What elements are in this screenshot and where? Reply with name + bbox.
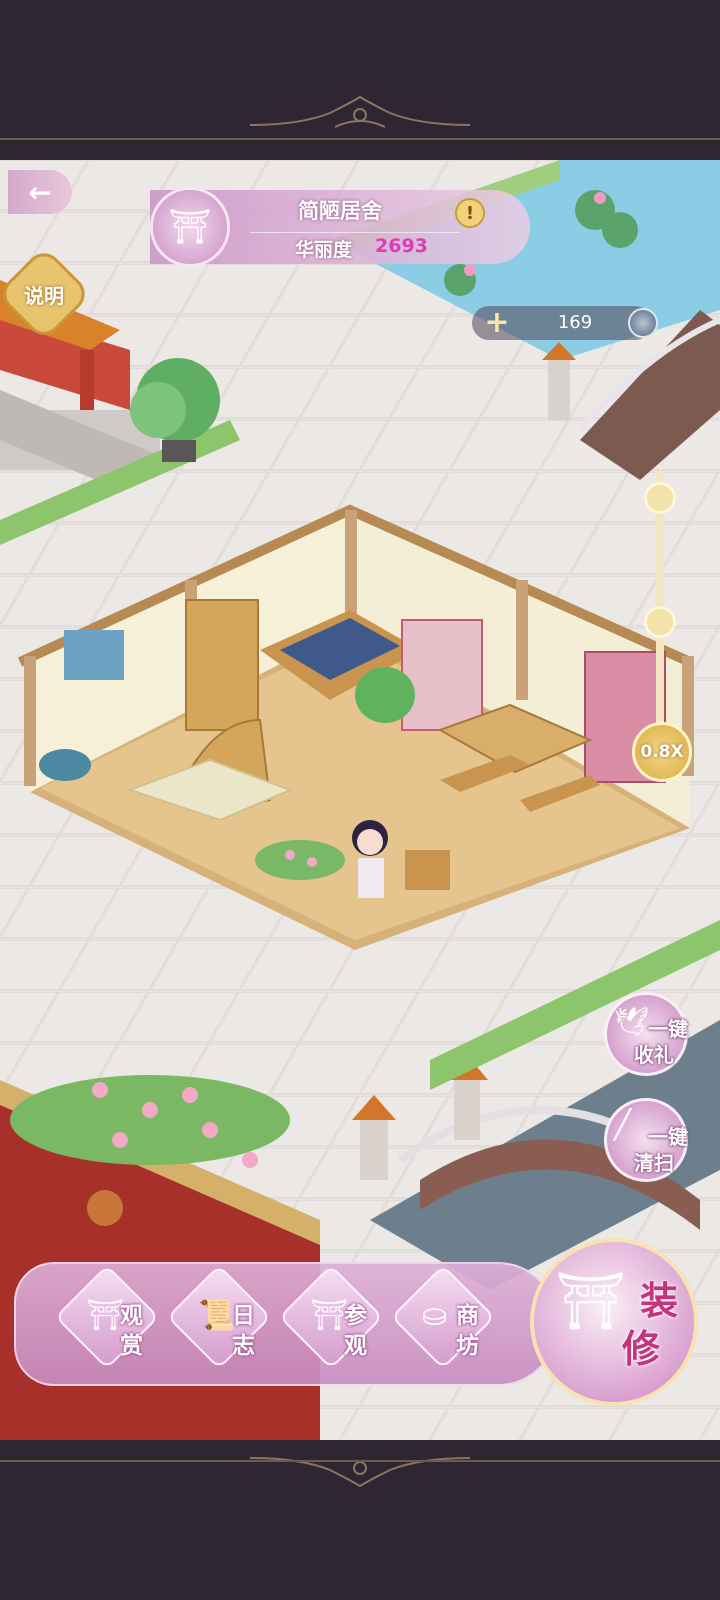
pagoda-icon: ⛩	[86, 1298, 125, 1333]
residence-building-icon[interactable]: ⛩	[150, 187, 230, 267]
nav-view-button[interactable]: ⛩ 观 赏	[54, 1264, 164, 1374]
top-frame	[0, 0, 720, 160]
residence-divider	[250, 232, 460, 233]
back-button[interactable]: ←	[8, 170, 72, 214]
decorate-char2: 修	[622, 1327, 661, 1371]
collect-gifts-line1: 一键	[648, 1017, 688, 1041]
mirror-icon	[628, 308, 658, 338]
frame-line	[0, 138, 720, 140]
decorate-char1: 装	[640, 1279, 679, 1323]
nav-shop-char1: 商	[456, 1303, 479, 1329]
bird-icon: 🕊	[614, 1005, 650, 1038]
nav-shop-char2: 坊	[456, 1333, 479, 1359]
clean-line1: 一键	[648, 1125, 688, 1149]
beauty-value: 2693	[375, 235, 428, 257]
clean-line2: 清扫	[634, 1151, 674, 1175]
beauty-label: 华丽度	[295, 239, 353, 261]
scroll-icon: 📜	[198, 1298, 236, 1333]
resource-value: 169	[557, 312, 593, 333]
zoom-level-knob[interactable]: 0.8X	[632, 722, 692, 782]
zoom-step-dot[interactable]	[644, 482, 676, 514]
zoom-step-dot[interactable]	[644, 606, 676, 638]
frame-ornament-icon	[249, 95, 471, 128]
pavilion-icon: ⛩	[555, 1269, 627, 1334]
frame-line	[0, 1460, 720, 1462]
info-button[interactable]: !	[455, 198, 485, 228]
nav-visit-char2: 观	[344, 1333, 367, 1359]
frame-ornament-icon	[249, 1457, 471, 1488]
nav-log-char2: 志	[232, 1333, 255, 1359]
coin-icon: ⛀	[422, 1298, 448, 1333]
nav-log-button[interactable]: 📜 日 志	[166, 1264, 276, 1374]
nav-view-char2: 赏	[120, 1333, 143, 1359]
nav-log-char1: 日	[232, 1303, 255, 1329]
explain-label[interactable]: 说明	[10, 260, 78, 328]
nav-visit-char1: 参	[344, 1303, 367, 1329]
nav-view-char1: 观	[120, 1303, 143, 1329]
bottom-frame	[0, 1440, 720, 1600]
collect-gifts-line2: 收礼	[634, 1043, 674, 1067]
residence-name: 简陋居舍	[298, 199, 382, 223]
broom-icon: ╱	[614, 1108, 631, 1141]
back-arrow-icon: ←	[28, 175, 52, 209]
nav-shop-button[interactable]: ⛀ 商 坊	[390, 1264, 500, 1374]
add-resource-button[interactable]: +	[480, 306, 514, 340]
gate-icon: ⛩	[310, 1298, 349, 1333]
nav-visit-button[interactable]: ⛩ 参 观	[278, 1264, 388, 1374]
